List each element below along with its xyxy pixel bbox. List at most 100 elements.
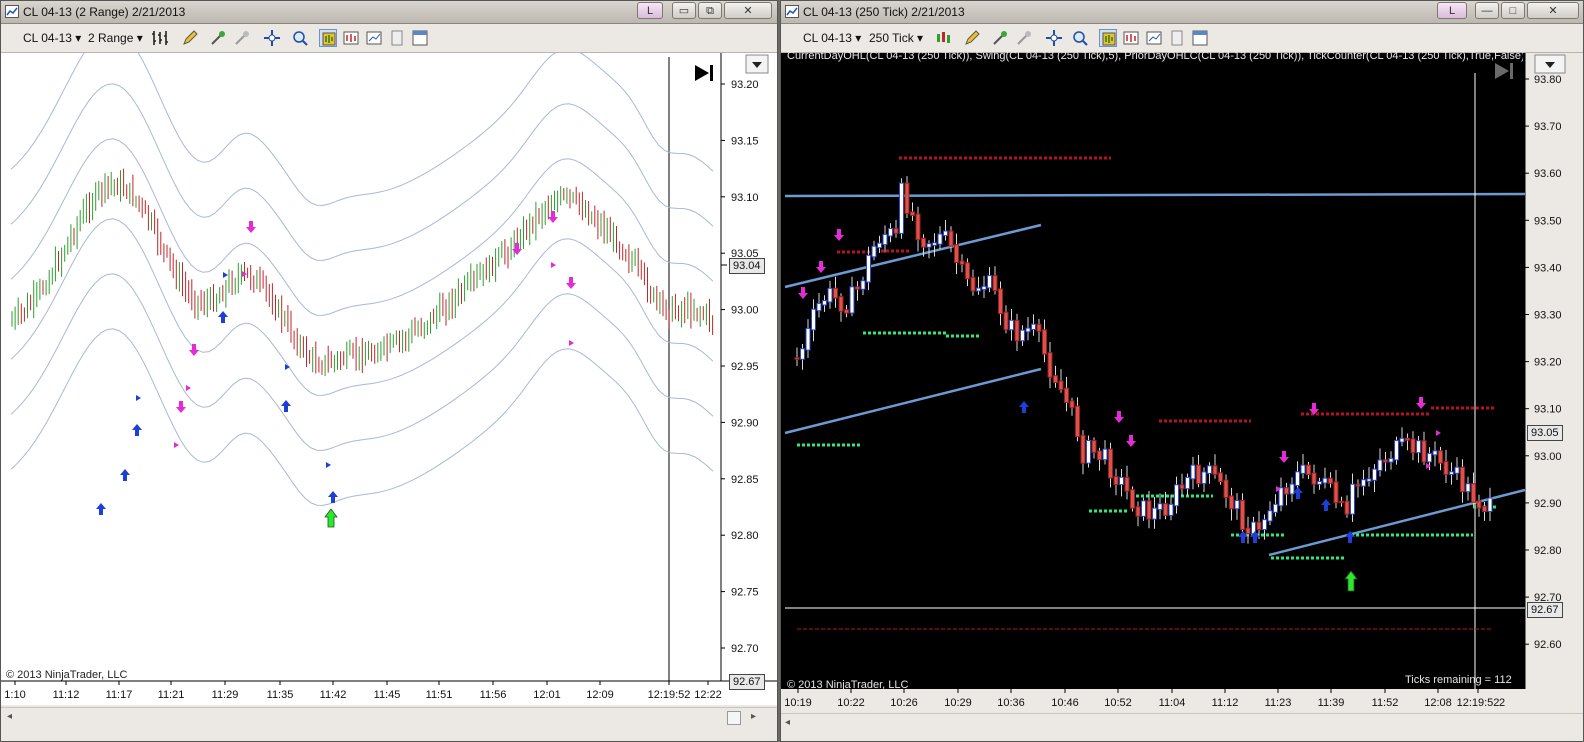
up-candle (1416, 440, 1421, 454)
up-candle (860, 280, 866, 290)
y-tick-label: 93.40 (1534, 262, 1562, 274)
right-title-bar[interactable]: CL 04-13 (250 Tick) 2/21/2013 L — □ ✕ (781, 1, 1583, 24)
link-button[interactable]: L (637, 2, 663, 19)
maximize-button[interactable]: ⧉ (698, 2, 722, 19)
up-candle (1372, 468, 1377, 481)
data-box-icon[interactable] (319, 29, 337, 47)
down-candle (1438, 450, 1443, 464)
x-tick-label: 11:56 (480, 689, 507, 701)
strategy-wand-icon[interactable] (1015, 29, 1033, 47)
minimize-button[interactable]: — (1475, 2, 1499, 19)
down-candle (1069, 400, 1075, 409)
minimize-button[interactable]: ▭ (672, 2, 696, 19)
candlestick-type-icon[interactable] (935, 29, 953, 47)
up-candle (1262, 519, 1267, 531)
chart-trader-icon[interactable] (1122, 29, 1140, 47)
down-candle (1339, 500, 1344, 504)
down-candle (1344, 500, 1350, 515)
bar-type-icon[interactable] (151, 29, 169, 47)
instrument-selector[interactable]: CL 04-13 ▾ (23, 29, 81, 47)
properties-icon[interactable] (365, 29, 383, 47)
up-candle (1361, 479, 1366, 487)
x-tick-label: 12:19:52 (1457, 697, 1500, 709)
down-candle (1383, 459, 1388, 463)
x-tick-label: 12:08 (1424, 697, 1452, 709)
down-candle (844, 309, 849, 314)
up-candle (1350, 483, 1355, 515)
template-icon[interactable] (388, 29, 406, 47)
zoom-icon[interactable] (1071, 29, 1089, 47)
maximize-button[interactable]: □ (1501, 2, 1525, 19)
right-chart-window: CL 04-13 (250 Tick) 2/21/2013 L — □ ✕ CL… (780, 0, 1584, 742)
up-candle (827, 287, 833, 303)
last-price-tag: 93.05 (1527, 425, 1563, 441)
instrument-selector[interactable]: CL 04-13 ▾ (803, 29, 861, 47)
left-title-bar[interactable]: CL 04-13 (2 Range) 2/21/2013 L ▭ ⧉ ✕ (1, 1, 777, 24)
down-candle (904, 182, 910, 214)
y-tick-label: 92.75 (731, 587, 759, 599)
period-selector[interactable]: 2 Range ▾ (88, 29, 143, 47)
up-candle (1465, 483, 1471, 493)
x-tick-label: 10:36 (997, 697, 1025, 709)
period-selector[interactable]: 250 Tick ▾ (869, 29, 923, 47)
window-layout-icon[interactable] (1191, 29, 1209, 47)
scroll-right-icon[interactable]: ▸ (751, 711, 756, 722)
strategy-wand-icon[interactable] (233, 29, 251, 47)
chevron-down-icon: ▾ (855, 31, 862, 45)
y-tick-label: 93.10 (731, 192, 759, 204)
up-candle (1322, 477, 1328, 484)
zoom-icon[interactable] (291, 29, 309, 47)
crosshair-icon[interactable] (263, 29, 281, 47)
link-button[interactable]: L (1437, 2, 1467, 19)
indicator-wand-icon[interactable] (991, 29, 1009, 47)
crosshair-icon[interactable] (1045, 29, 1063, 47)
properties-icon[interactable] (1145, 29, 1163, 47)
up-candle (1487, 497, 1493, 512)
up-candle (1152, 507, 1157, 520)
pencil-draw-icon[interactable] (181, 29, 199, 47)
x-tick-label: 11:42 (320, 689, 347, 701)
window-layout-icon[interactable] (411, 29, 429, 47)
x-tick-label: 11:17 (106, 689, 133, 701)
low-price-tag: 92.67 (1527, 602, 1563, 618)
up-candle (926, 243, 932, 248)
up-candle (1317, 481, 1322, 485)
up-candle (1086, 440, 1091, 464)
scroll-left-icon[interactable]: ◂ (785, 717, 790, 728)
down-candle (921, 237, 926, 248)
y-tick-label: 92.80 (1534, 545, 1562, 557)
up-candle (800, 348, 805, 360)
template-icon[interactable] (1168, 29, 1186, 47)
up-candle (1454, 466, 1460, 474)
left-price-chart[interactable]: 93.2093.1593.1093.0593.0092.9592.9092.85… (1, 53, 778, 705)
down-candle (1284, 487, 1289, 495)
horizontal-scrollbar[interactable]: ◂ (781, 713, 1583, 734)
pencil-draw-icon[interactable] (963, 29, 981, 47)
period-label: 2 Range (88, 31, 134, 45)
up-candle (1289, 483, 1295, 495)
x-tick-label: 11:39 (1318, 697, 1345, 709)
x-tick-label: 11:04 (1159, 697, 1186, 709)
up-candle (1295, 471, 1300, 486)
right-price-chart[interactable]: 93.80 93.70 93.60 93.50 93.40 93.30 93.20 93.10… (781, 53, 1584, 713)
chart-trader-icon[interactable] (342, 29, 360, 47)
up-candle (1366, 478, 1372, 482)
chart-background (781, 53, 1525, 689)
up-candle (811, 308, 816, 331)
horizontal-scrollbar[interactable]: ◂ ▸ (1, 707, 777, 728)
x-tick-label: 11:45 (374, 689, 401, 701)
close-button[interactable]: ✕ (724, 2, 772, 19)
up-candle (882, 233, 888, 246)
indicator-wand-icon[interactable] (209, 29, 227, 47)
up-candle (1020, 329, 1025, 342)
close-button[interactable]: ✕ (1527, 2, 1579, 19)
down-candle (1443, 461, 1449, 475)
scroll-left-icon[interactable]: ◂ (7, 711, 12, 722)
left-toolbar: CL 04-13 ▾ 2 Range ▾ (1, 24, 777, 53)
y-tick-label: 93.10 (1534, 404, 1562, 416)
scroll-thumb[interactable] (727, 711, 741, 725)
data-box-icon[interactable] (1099, 29, 1117, 47)
down-candle (1245, 527, 1251, 535)
down-candle (855, 286, 860, 290)
down-candle (965, 262, 970, 280)
